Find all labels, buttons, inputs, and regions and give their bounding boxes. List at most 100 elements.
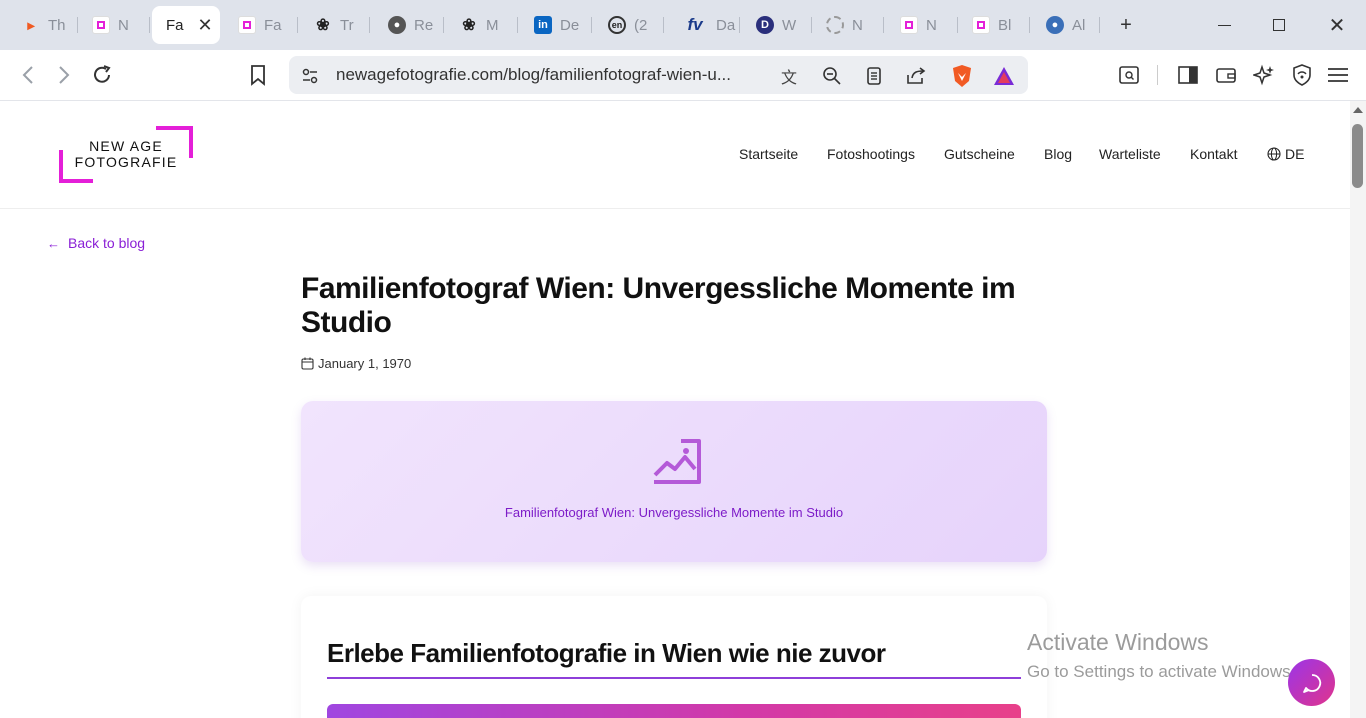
new-tab-icon[interactable]: + xyxy=(1111,10,1141,40)
chat-icon xyxy=(1302,673,1321,693)
close-window-icon[interactable]: ✕ xyxy=(1322,10,1352,40)
heading-underline xyxy=(327,677,1021,679)
d-icon: D xyxy=(756,16,774,34)
tab[interactable]: Fa xyxy=(224,6,298,44)
logo-line-2: FOTOGRAFIE xyxy=(74,154,178,170)
hero-caption: Familienfotograf Wien: Unvergessliche Mo… xyxy=(504,505,844,520)
bookmark-icon[interactable] xyxy=(243,60,273,90)
nav-kontakt[interactable]: Kontakt xyxy=(1190,146,1237,162)
tab-label: Al xyxy=(1072,16,1086,34)
tab-label: Th xyxy=(48,16,66,34)
page-scrollbar[interactable] xyxy=(1350,101,1366,718)
orange-app-icon: ▸ xyxy=(27,16,35,33)
tab-active[interactable]: Fa ✕ xyxy=(152,6,220,44)
section-heading: Erlebe Familienfotografie in Wien wie ni… xyxy=(327,638,886,668)
language-switcher[interactable]: DE xyxy=(1267,146,1304,162)
minimize-icon[interactable] xyxy=(1209,10,1239,40)
brave-rewards-icon[interactable] xyxy=(991,63,1017,89)
nav-blog[interactable]: Blog xyxy=(1044,146,1072,162)
tab[interactable]: ❀ M xyxy=(446,6,518,44)
tab[interactable]: in De xyxy=(520,6,592,44)
language-label: DE xyxy=(1285,146,1305,162)
article-date: January 1, 1970 xyxy=(301,356,411,371)
tab-label: Bl xyxy=(998,16,1012,34)
watermark-line-2: Go to Settings to activate Windows. xyxy=(1027,662,1296,681)
tab-label: N xyxy=(118,16,129,34)
wallet-icon[interactable] xyxy=(1211,60,1241,90)
article-date-text: January 1, 1970 xyxy=(318,356,412,371)
search-in-page-icon[interactable] xyxy=(1114,60,1144,90)
leo-ai-icon[interactable] xyxy=(1249,60,1279,90)
tab[interactable]: N xyxy=(886,6,958,44)
reload-icon[interactable] xyxy=(87,60,117,90)
new-age-favicon xyxy=(238,16,256,34)
url-text: newagefotografie.com/blog/familienfotogr… xyxy=(336,65,731,84)
tab-label: Fa xyxy=(166,16,184,34)
scrollbar-thumb[interactable] xyxy=(1352,124,1363,188)
en-icon: en xyxy=(608,16,626,34)
tab[interactable]: N xyxy=(78,6,150,44)
tab-label: N xyxy=(852,16,863,34)
chat-bubble-button[interactable] xyxy=(1288,659,1335,706)
web-page: NEW AGE FOTOGRAFIE Startseite Fotoshooti… xyxy=(0,101,1350,718)
tab[interactable]: ❀ Tr xyxy=(300,6,370,44)
logo-line-1: NEW AGE xyxy=(89,138,163,154)
tab[interactable]: D W xyxy=(742,6,812,44)
article-title: Familienfotograf Wien: Unvergessliche Mo… xyxy=(301,272,1016,339)
tab-label: Tr xyxy=(340,16,354,34)
nav-startseite[interactable]: Startseite xyxy=(739,146,798,162)
tab-label: W xyxy=(782,16,797,34)
brain-icon: ● xyxy=(1046,16,1064,34)
restore-icon[interactable] xyxy=(1264,10,1294,40)
tab-label: Re xyxy=(414,16,434,34)
loading-icon xyxy=(826,16,844,34)
tab-label: M xyxy=(486,16,499,34)
tab-label: De xyxy=(560,16,580,34)
address-bar[interactable]: newagefotografie.com/blog/familienfotogr… xyxy=(289,56,1028,94)
chatgpt-icon: ❀ xyxy=(462,17,476,34)
tab[interactable]: ● Re xyxy=(374,6,444,44)
site-header: NEW AGE FOTOGRAFIE Startseite Fotoshooti… xyxy=(0,101,1350,209)
menu-icon[interactable] xyxy=(1323,60,1353,90)
site-settings-icon[interactable] xyxy=(297,63,323,89)
hero-image-placeholder: Familienfotograf Wien: Unvergessliche Mo… xyxy=(301,401,1047,562)
brave-shields-icon[interactable] xyxy=(949,63,975,89)
site-logo[interactable]: NEW AGE FOTOGRAFIE xyxy=(58,126,194,184)
scroll-up-arrow[interactable] xyxy=(1353,107,1363,113)
vpn-icon[interactable] xyxy=(1287,60,1317,90)
gradient-banner xyxy=(327,704,1021,718)
tab-label: N xyxy=(926,16,937,34)
content-card: Erlebe Familienfotografie in Wien wie ni… xyxy=(301,596,1047,718)
tab[interactable]: N xyxy=(812,6,884,44)
close-tab-icon[interactable]: ✕ xyxy=(198,15,213,36)
windows-activation-watermark: Activate Windows Go to Settings to activ… xyxy=(1027,629,1295,682)
new-age-favicon xyxy=(972,16,990,34)
zoom-icon[interactable] xyxy=(819,63,845,89)
globe-icon xyxy=(1267,147,1281,161)
tab-label: (2 xyxy=(634,16,648,34)
tab[interactable]: ▸ Th xyxy=(8,6,78,44)
fv-icon: fv xyxy=(687,15,703,34)
calendar-icon xyxy=(301,357,314,370)
globe-icon: ● xyxy=(388,16,406,34)
image-icon xyxy=(653,439,701,484)
tab-strip: ▸ Th N Fa ✕ Fa ❀ Tr ● Re ❀ M in De en (2… xyxy=(0,0,1366,50)
reader-mode-icon[interactable] xyxy=(861,63,887,89)
back-to-blog-link[interactable]: ← Back to blog xyxy=(47,235,145,251)
new-age-favicon xyxy=(900,16,918,34)
back-icon[interactable] xyxy=(13,60,43,90)
translate-icon[interactable]: 文 xyxy=(776,63,802,89)
back-to-blog-label: Back to blog xyxy=(68,235,146,251)
forward-icon[interactable] xyxy=(49,60,79,90)
arrow-left-icon: ← xyxy=(47,235,60,251)
sidebar-icon[interactable] xyxy=(1173,60,1203,90)
browser-toolbar: newagefotografie.com/blog/familienfotogr… xyxy=(0,50,1366,101)
nav-fotoshootings[interactable]: Fotoshootings xyxy=(827,146,915,162)
share-icon[interactable] xyxy=(903,63,929,89)
nav-gutscheine[interactable]: Gutscheine xyxy=(944,146,1015,162)
nav-warteliste[interactable]: Warteliste xyxy=(1099,146,1161,162)
tab[interactable]: Bl xyxy=(958,6,1030,44)
tab[interactable]: fv Da xyxy=(668,6,740,44)
tab[interactable]: ● Al xyxy=(1032,6,1100,44)
tab[interactable]: en (2 xyxy=(594,6,664,44)
